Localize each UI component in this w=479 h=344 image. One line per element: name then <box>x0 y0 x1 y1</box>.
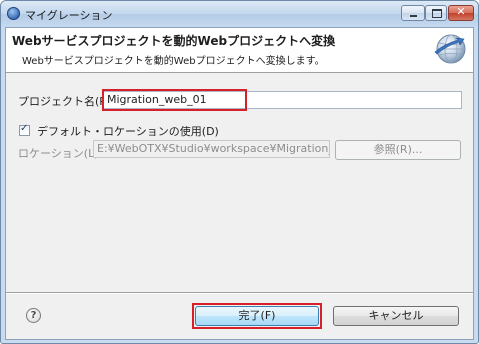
project-name-label: プロジェクト名(P): <box>18 95 114 108</box>
browse-button[interactable]: 参照(R)... <box>335 140 461 160</box>
maximize-button[interactable] <box>425 5 447 21</box>
minimize-icon <box>410 15 417 17</box>
footer-separator <box>6 292 473 294</box>
project-name-input[interactable]: Migration_web_01 <box>103 91 462 109</box>
eclipse-app-icon <box>7 7 20 20</box>
migration-dialog: マイグレーション ✕ Webサービスプロジェクトを動的Webプロジェクトへ変換 … <box>0 0 479 344</box>
window-title: マイグレーション <box>25 9 113 22</box>
minimize-button[interactable] <box>401 5 425 21</box>
title-bar[interactable]: マイグレーション ✕ <box>1 1 478 27</box>
help-icon[interactable]: ? <box>26 308 41 323</box>
cancel-button[interactable]: キャンセル <box>333 306 459 326</box>
wizard-banner: Webサービスプロジェクトを動的Webプロジェクトへ変換 Webサービスプロジェ… <box>6 28 473 73</box>
default-location-checkbox[interactable]: ✓ <box>19 123 30 136</box>
location-label: ロケーション(L): <box>18 147 103 160</box>
wizard-description: Webサービスプロジェクトを動的Webプロジェクトへ変換します。 <box>22 56 325 67</box>
globe-wizard-icon <box>434 34 466 64</box>
checkmark-icon: ✓ <box>20 123 29 134</box>
location-input[interactable]: E:¥WebOTX¥Studio¥workspace¥Migration_web… <box>93 140 330 158</box>
wizard-title: Webサービスプロジェクトを動的Webプロジェクトへ変換 <box>12 34 336 48</box>
default-location-label: デフォルト・ロケーションの使用(D) <box>37 125 219 138</box>
close-button[interactable]: ✕ <box>448 5 474 21</box>
dialog-client-area: Webサービスプロジェクトを動的Webプロジェクトへ変換 Webサービスプロジェ… <box>5 27 474 340</box>
finish-button[interactable]: 完了(F) <box>195 306 319 326</box>
maximize-icon <box>432 9 442 18</box>
close-icon: ✕ <box>456 5 466 18</box>
